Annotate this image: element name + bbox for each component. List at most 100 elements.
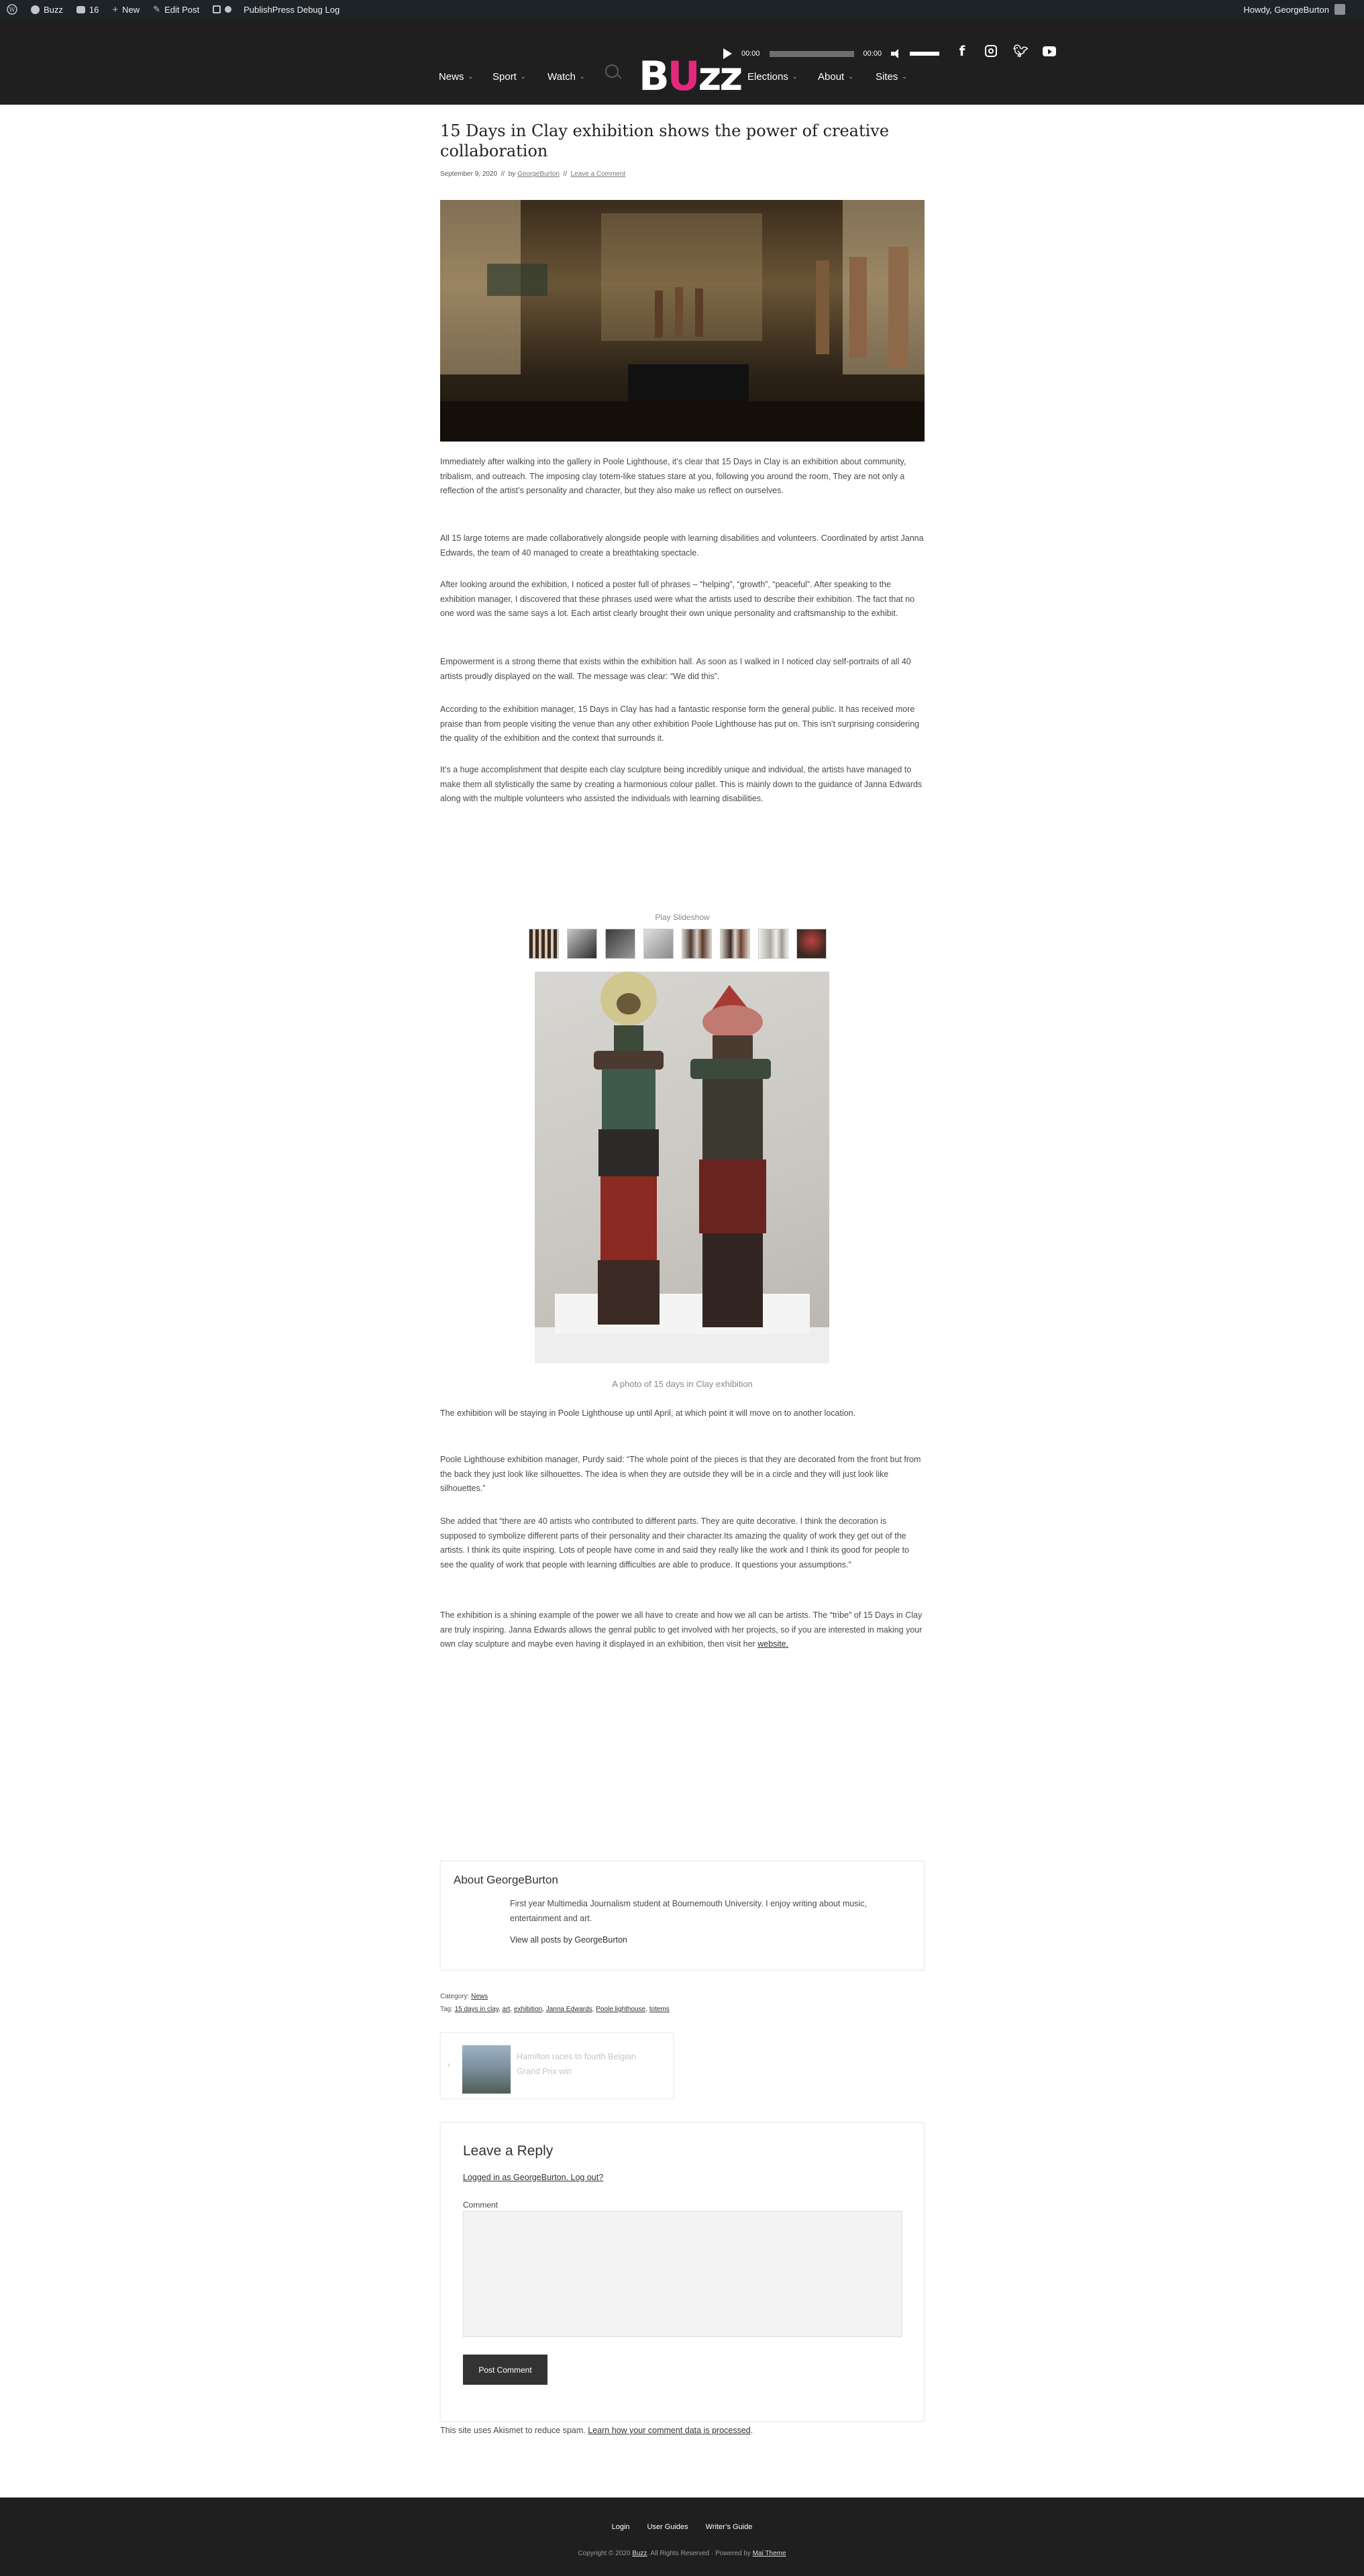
admin-edit-post-link[interactable]: ✎ Edit Post xyxy=(146,0,206,19)
author-box: About GeorgeBurton First year Multimedia… xyxy=(440,1861,925,1970)
admin-account-menu[interactable]: Howdy, GeorgeBurton xyxy=(1243,0,1345,19)
youtube-icon[interactable] xyxy=(1043,46,1056,56)
gallery-main-image[interactable] xyxy=(535,972,829,1363)
site-footer: Login User Guides Writer’s Guide Copyrig… xyxy=(0,2497,1364,2576)
featured-image xyxy=(440,200,925,442)
nav-label-watch: Watch xyxy=(547,71,576,83)
tag-link[interactable]: Poole lighthouse xyxy=(596,2006,645,2013)
gallery-thumbnail[interactable] xyxy=(567,929,597,959)
article-paragraph: Immediately after walking into the galle… xyxy=(440,457,906,495)
tag-label: Tag: xyxy=(440,2006,453,2013)
instagram-icon[interactable] xyxy=(985,45,997,57)
comment-form: Leave a Reply Logged in as GeorgeBurton.… xyxy=(440,2122,925,2422)
article-paragraph: The exhibition will be staying in Poole … xyxy=(440,1408,856,1418)
page-title: 15 Days in Clay exhibition shows the pow… xyxy=(440,121,890,160)
copyright-rights: . All Rights Reserved · Powered by xyxy=(647,2550,751,2557)
admin-new-link[interactable]: + New xyxy=(105,0,146,19)
logo-letter-b: B xyxy=(639,53,670,100)
author-box-title: About GeorgeBurton xyxy=(454,1873,558,1886)
gallery-thumbnail[interactable] xyxy=(720,929,750,959)
author-posts-link[interactable]: View all posts by GeorgeBurton xyxy=(510,1935,627,1945)
admin-comments-link[interactable]: 16 xyxy=(70,0,105,19)
footer-link-login[interactable]: Login xyxy=(612,2523,630,2531)
tag-link[interactable]: 15 days in clay xyxy=(455,2006,499,2013)
article-paragraph: All 15 large totems are made collaborati… xyxy=(440,533,924,558)
volume-icon[interactable] xyxy=(891,49,900,58)
chevron-down-icon: ⌄ xyxy=(579,73,585,80)
gallery-thumbnail[interactable] xyxy=(605,929,635,959)
gallery-thumbnail[interactable] xyxy=(796,929,827,959)
comment-textarea[interactable] xyxy=(463,2211,902,2337)
comment-label: Comment xyxy=(463,2200,499,2210)
chevron-left-icon: ‹ xyxy=(448,2060,450,2069)
facebook-icon[interactable]: f xyxy=(955,43,969,59)
gallery-thumbnails xyxy=(529,929,827,959)
gallery-thumbnail[interactable] xyxy=(682,929,712,959)
site-header: 00:00 00:00 f 🐦︎ News ⌄ Sport ⌄ Watch ⌄ BUz… xyxy=(0,19,1364,105)
logo-letter-u: U xyxy=(667,53,700,100)
chevron-down-icon: ⌄ xyxy=(848,73,853,80)
footer-link-user-guides[interactable]: User Guides xyxy=(647,2523,688,2531)
search-icon[interactable] xyxy=(605,64,619,78)
gallery-thumbnail[interactable] xyxy=(529,929,559,959)
play-slideshow-link[interactable]: Play Slideshow xyxy=(440,913,925,922)
logged-in-link[interactable]: Logged in as GeorgeBurton. Log out? xyxy=(463,2173,603,2182)
nav-item-sites[interactable]: Sites ⌄ xyxy=(876,71,907,83)
gear-icon xyxy=(225,6,232,13)
akismet-link[interactable]: Learn how your comment data is processed xyxy=(588,2426,751,2435)
tag-link[interactable]: exhibition xyxy=(514,2006,542,2013)
article: 15 Days in Clay exhibition shows the pow… xyxy=(440,121,925,803)
admin-comments-count: 16 xyxy=(89,4,99,15)
gallery-thumbnail[interactable] xyxy=(758,929,788,959)
footer-links: Login User Guides Writer’s Guide xyxy=(0,2523,1364,2531)
leave-comment-link[interactable]: Leave a Comment xyxy=(571,170,626,178)
website-link[interactable]: website. xyxy=(757,1639,788,1649)
logo-letters-zz: zz xyxy=(698,53,743,100)
tag-link[interactable]: art xyxy=(503,2006,511,2013)
admin-site-link[interactable]: Buzz xyxy=(24,0,70,19)
player-time-total: 00:00 xyxy=(863,50,882,58)
volume-slider[interactable] xyxy=(910,52,940,56)
chevron-down-icon: ⌄ xyxy=(792,73,798,80)
post-by-label: by xyxy=(508,170,516,178)
copyright-brand-link[interactable]: Buzz xyxy=(632,2550,647,2557)
footer-link-writers-guide[interactable]: Writer’s Guide xyxy=(706,2523,753,2531)
reply-title: Leave a Reply xyxy=(463,2143,554,2159)
wordpress-logo-icon[interactable]: W xyxy=(0,0,24,19)
akismet-text: This site uses Akismet to reduce spam. xyxy=(440,2426,586,2435)
post-comment-button[interactable]: Post Comment xyxy=(463,2355,547,2385)
meta-separator: // xyxy=(561,170,569,178)
chevron-down-icon: ⌄ xyxy=(520,73,526,80)
nav-item-watch[interactable]: Watch ⌄ xyxy=(547,71,585,83)
player-time-current: 00:00 xyxy=(741,50,760,58)
nav-item-elections[interactable]: Elections ⌄ xyxy=(747,71,797,83)
article-paragraph: The exhibition is a shining example of t… xyxy=(440,1608,925,1652)
nav-item-about[interactable]: About ⌄ xyxy=(818,71,853,83)
site-logo[interactable]: BUzz xyxy=(639,53,743,100)
tag-link[interactable]: Janna Edwards xyxy=(546,2006,592,2013)
theme-link[interactable]: Mai Theme xyxy=(753,2550,786,2557)
previous-post-card[interactable]: ‹ Hamilton races to fourth Belgian Grand… xyxy=(440,2032,674,2099)
nav-label-about: About xyxy=(818,71,845,83)
category-link[interactable]: News xyxy=(471,1993,488,2000)
nav-label-news: News xyxy=(439,71,464,83)
admin-howdy: Howdy, GeorgeBurton xyxy=(1243,4,1329,15)
admin-new-label: New xyxy=(122,4,140,15)
dashboard-icon xyxy=(31,5,40,14)
nav-item-sport[interactable]: Sport ⌄ xyxy=(492,71,525,83)
twitter-icon[interactable]: 🐦︎ xyxy=(1013,44,1029,58)
player-progress-track[interactable] xyxy=(769,50,854,57)
nav-item-news[interactable]: News ⌄ xyxy=(439,71,473,83)
copyright: Copyright © 2020 Buzz. All Rights Reserv… xyxy=(0,2550,1364,2557)
article-paragraph: Poole Lighthouse exhibition manager, Pur… xyxy=(440,1455,921,1493)
tag-link[interactable]: totems xyxy=(649,2006,670,2013)
category-label: Category: xyxy=(440,1993,470,2000)
gallery-caption: A photo of 15 days in Clay exhibition xyxy=(612,1379,753,1389)
admin-site-name: Buzz xyxy=(44,4,63,15)
post-author-link[interactable]: GeorgeBurton xyxy=(517,170,560,178)
admin-edit-label: Edit Post xyxy=(164,4,200,15)
admin-debug-link[interactable]: PublishPress Debug Log xyxy=(206,0,346,19)
gallery-thumbnail[interactable] xyxy=(643,929,674,959)
chevron-down-icon: ⌄ xyxy=(902,73,907,80)
nav-label-sites: Sites xyxy=(876,71,898,83)
